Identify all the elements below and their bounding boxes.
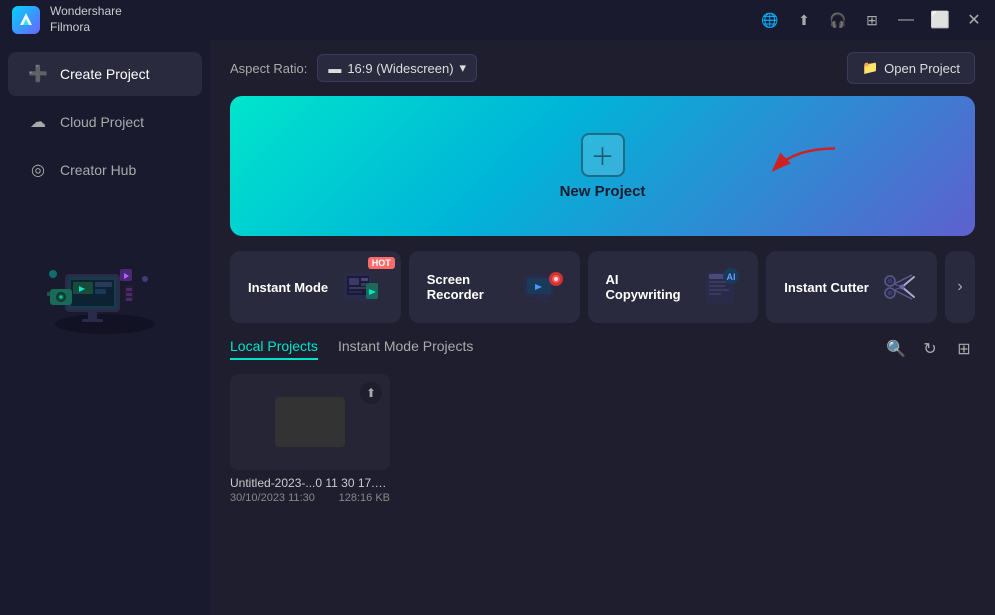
sidebar-illustration <box>0 214 210 354</box>
tool-ai-copywriting[interactable]: AI Copywriting AI <box>588 251 759 323</box>
tool-instant-mode[interactable]: Instant Mode HOT <box>230 251 401 323</box>
sidebar-label-creator-hub: Creator Hub <box>60 162 136 178</box>
globe-icon[interactable]: 🌐 <box>761 11 779 29</box>
sidebar-item-creator-hub[interactable]: ◎ Creator Hub <box>8 148 202 192</box>
instant-mode-projects-label: Instant Mode Projects <box>338 338 473 354</box>
tool-more-button[interactable]: › <box>945 251 975 323</box>
hot-badge: HOT <box>368 257 395 269</box>
sidebar-label-cloud-project: Cloud Project <box>60 114 144 130</box>
new-project-plus-icon: ＋ <box>581 133 625 177</box>
content-area: Aspect Ratio: ▬ 16:9 (Widescreen) ▾ 📁 Op… <box>210 40 995 615</box>
sidebar: ➕ Create Project ☁ Cloud Project ◎ Creat… <box>0 40 210 615</box>
titlebar: Wondershare Filmora 🌐 ⬆ 🎧 ⊞ — ⬜ ✕ <box>0 0 995 40</box>
arrow-annotation <box>765 139 845 194</box>
new-project-inner: ＋ New Project <box>560 133 646 200</box>
close-button[interactable]: ✕ <box>965 11 983 29</box>
quick-tools: Instant Mode HOT <box>230 251 975 323</box>
create-project-icon: ➕ <box>28 64 48 84</box>
projects-header: Local Projects Instant Mode Projects 🔍 ↻… <box>230 338 975 360</box>
upload-icon[interactable]: ⬆ <box>795 11 813 29</box>
app-title: Wondershare Filmora <box>50 4 122 35</box>
tab-instant-mode-projects[interactable]: Instant Mode Projects <box>338 338 473 360</box>
project-thumbnail: ⬆ <box>230 374 390 470</box>
instant-cutter-icon <box>873 262 923 312</box>
instant-cutter-label: Instant Cutter <box>784 280 869 295</box>
projects-actions: 🔍 ↻ ⊞ <box>885 338 975 360</box>
projects-tabs: Local Projects Instant Mode Projects <box>230 338 473 360</box>
main-layout: ➕ Create Project ☁ Cloud Project ◎ Creat… <box>0 40 995 615</box>
open-project-button[interactable]: 📁 Open Project <box>847 52 975 84</box>
project-meta: 30/10/2023 11:30 128:16 KB <box>230 492 390 504</box>
projects-section: Local Projects Instant Mode Projects 🔍 ↻… <box>210 338 995 615</box>
local-projects-label: Local Projects <box>230 338 318 354</box>
tool-screen-recorder[interactable]: Screen Recorder <box>409 251 580 323</box>
topbar: Aspect Ratio: ▬ 16:9 (Widescreen) ▾ 📁 Op… <box>210 40 995 96</box>
maximize-button[interactable]: ⬜ <box>931 11 949 29</box>
open-project-label: Open Project <box>884 61 960 76</box>
project-date: 30/10/2023 11:30 <box>230 492 315 504</box>
screen-recorder-label: Screen Recorder <box>427 272 518 302</box>
cloud-icon: ☁ <box>28 112 48 132</box>
project-upload-icon: ⬆ <box>360 382 382 404</box>
projects-grid: ⬆ Untitled-2023-...0 11 30 17.wfp 30/10/… <box>230 374 975 504</box>
sidebar-item-cloud-project[interactable]: ☁ Cloud Project <box>8 100 202 144</box>
folder-icon: 📁 <box>862 60 878 76</box>
ai-copywriting-label: AI Copywriting <box>606 272 696 302</box>
tab-local-projects[interactable]: Local Projects <box>230 338 318 360</box>
project-name: Untitled-2023-...0 11 30 17.wfp <box>230 476 390 490</box>
grid-icon[interactable]: ⊞ <box>863 11 881 29</box>
ai-copywriting-icon: AI <box>695 262 744 312</box>
project-card[interactable]: ⬆ Untitled-2023-...0 11 30 17.wfp 30/10/… <box>230 374 390 504</box>
tool-instant-cutter[interactable]: Instant Cutter <box>766 251 937 323</box>
aspect-ratio-label: Aspect Ratio: <box>230 61 307 76</box>
view-toggle-icon[interactable]: ⊞ <box>953 338 975 360</box>
aspect-ratio-value: 16:9 (Widescreen) <box>347 61 453 76</box>
project-size: 128:16 KB <box>339 492 390 504</box>
screen-recorder-icon <box>518 262 566 312</box>
headset-icon[interactable]: 🎧 <box>829 11 847 29</box>
svg-text:AI: AI <box>726 272 735 282</box>
sidebar-label-create-project: Create Project <box>60 66 149 82</box>
creator-hub-icon: ◎ <box>28 160 48 180</box>
titlebar-right: 🌐 ⬆ 🎧 ⊞ — ⬜ ✕ <box>761 11 983 29</box>
project-thumb-inner <box>275 397 345 447</box>
minimize-button[interactable]: — <box>897 11 915 29</box>
titlebar-left: Wondershare Filmora <box>12 4 122 35</box>
instant-mode-icon <box>337 262 387 312</box>
new-project-banner[interactable]: ＋ New Project <box>230 96 975 236</box>
aspect-ratio-select[interactable]: ▬ 16:9 (Widescreen) ▾ <box>317 54 477 82</box>
aspect-ratio-group: Aspect Ratio: ▬ 16:9 (Widescreen) ▾ <box>230 54 477 82</box>
ratio-icon: ▬ <box>328 61 341 76</box>
sidebar-item-create-project[interactable]: ➕ Create Project <box>8 52 202 96</box>
refresh-icon[interactable]: ↻ <box>919 338 941 360</box>
search-icon[interactable]: 🔍 <box>885 338 907 360</box>
app-logo <box>12 6 40 34</box>
new-project-label: New Project <box>560 183 646 200</box>
chevron-down-icon: ▾ <box>460 60 467 76</box>
instant-mode-label: Instant Mode <box>248 280 328 295</box>
chevron-right-icon: › <box>957 278 962 296</box>
